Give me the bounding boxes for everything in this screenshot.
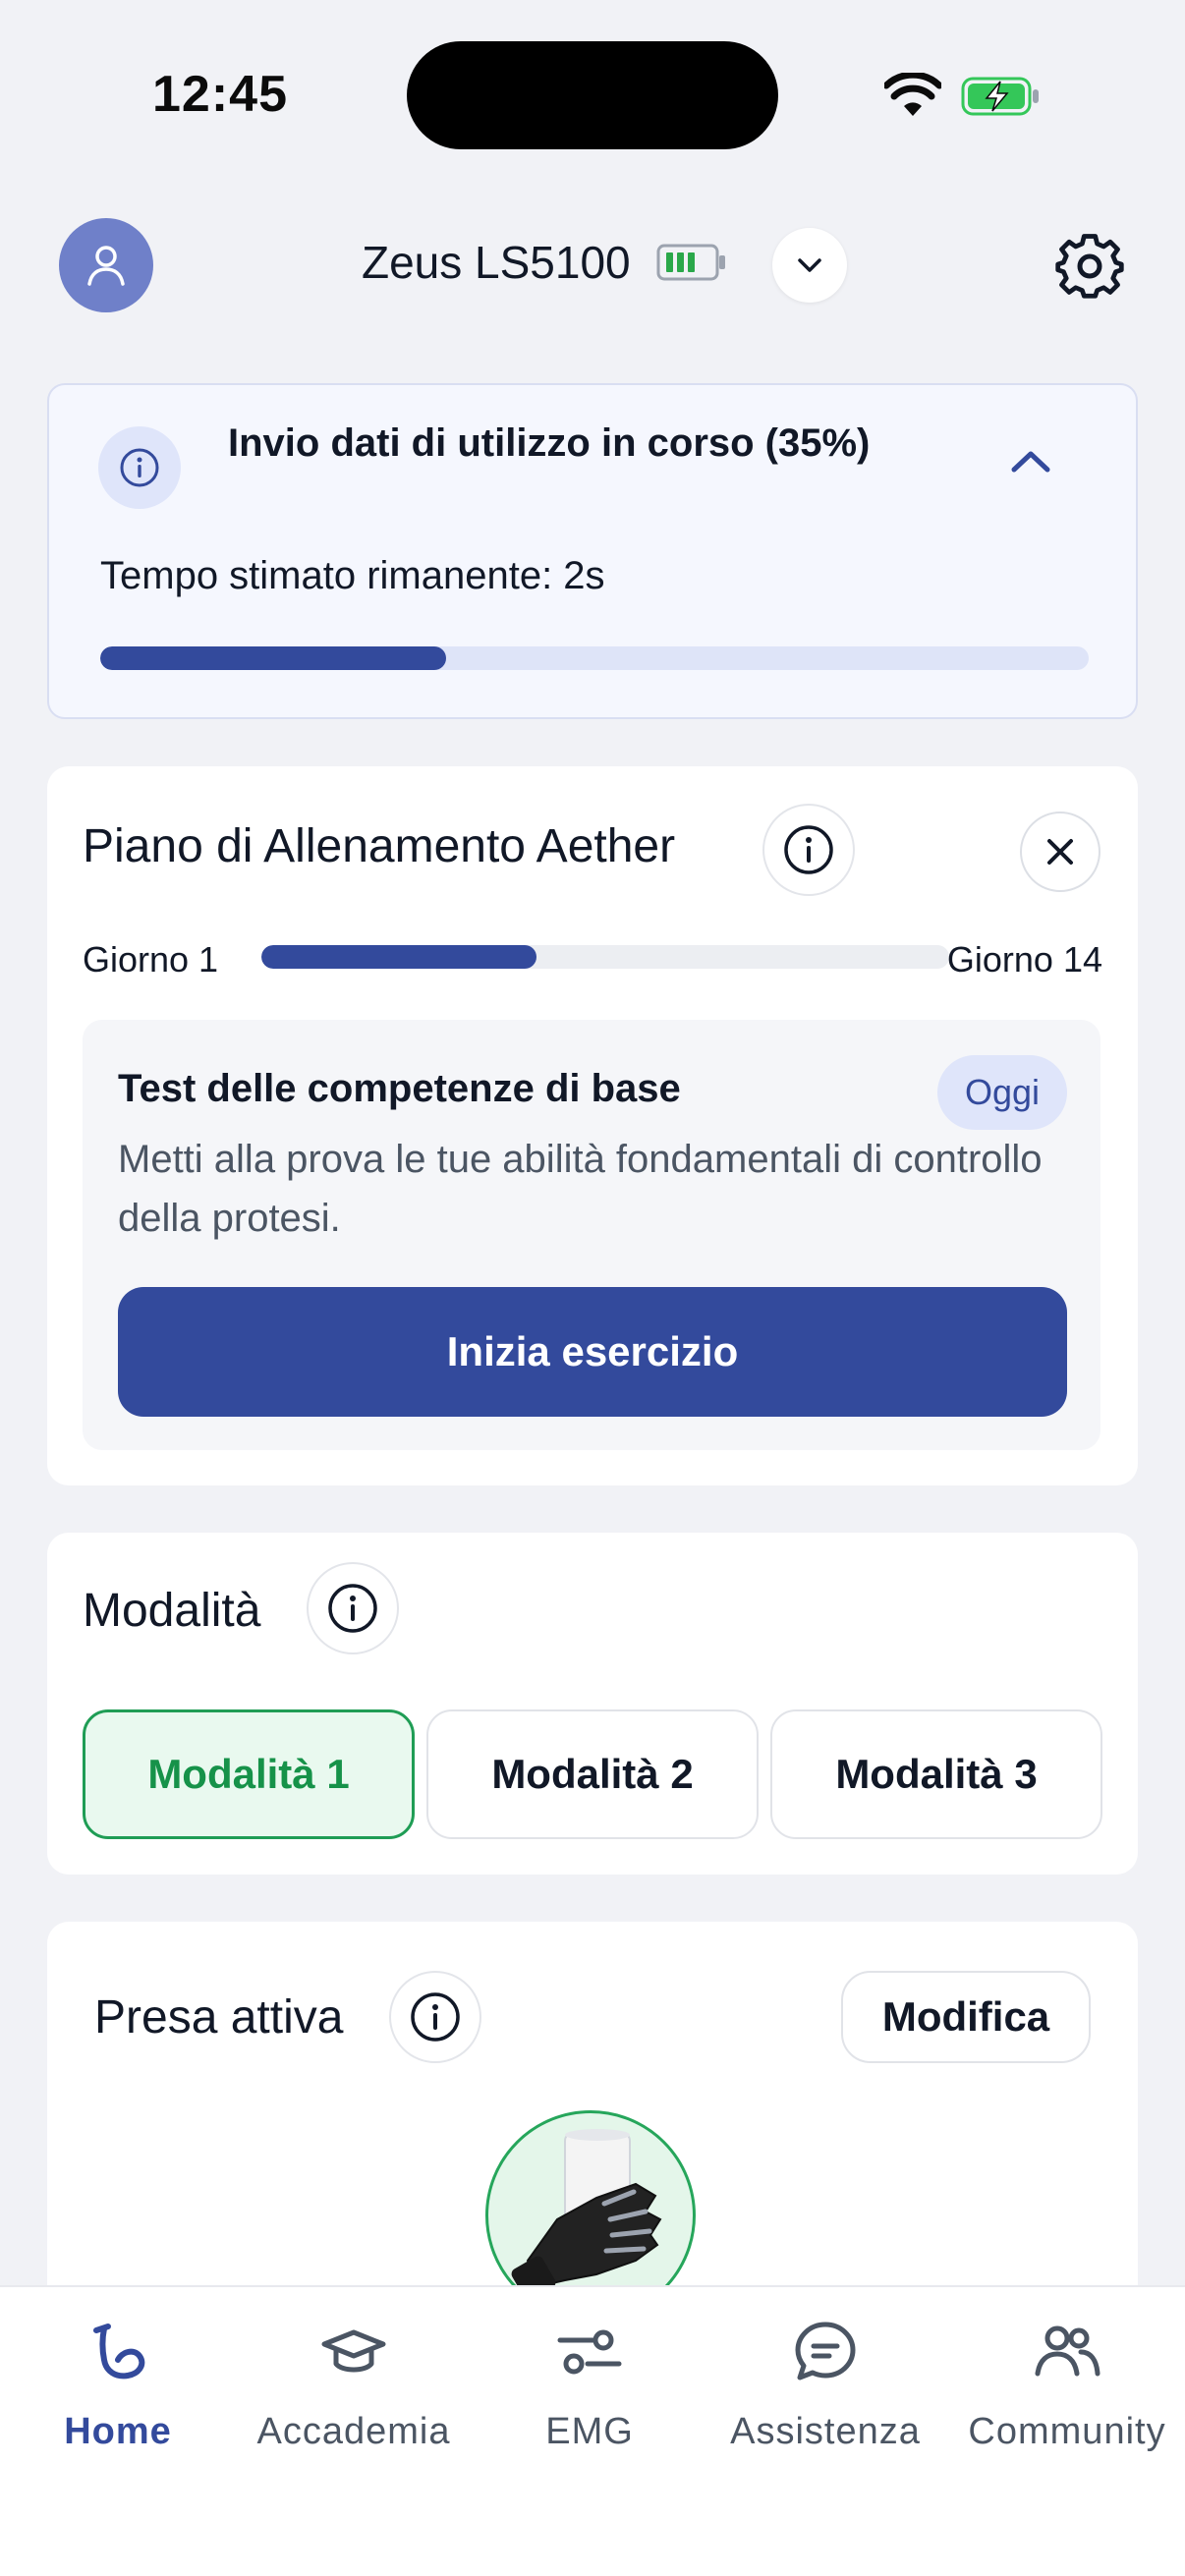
exercise-title: Test delle competenze di base — [118, 1067, 681, 1110]
modes-info-button[interactable] — [307, 1562, 399, 1654]
modes-card: Modalità Modalità 1 Modalità 2 Modalità … — [47, 1533, 1138, 1875]
nav-academy[interactable]: Accademia — [236, 2317, 472, 2453]
app-header: Zeus LS5100 — [0, 216, 1185, 314]
device-name: Zeus LS5100 — [362, 237, 631, 288]
status-time: 12:45 — [152, 66, 288, 123]
graduation-cap-icon — [321, 2329, 386, 2373]
training-title: Piano di Allenamento Aether — [83, 820, 676, 872]
upload-progress-bar — [100, 646, 1089, 670]
training-close-button[interactable] — [1020, 812, 1100, 892]
device-selector[interactable]: Zeus LS5100 — [362, 236, 727, 289]
edit-grip-button[interactable]: Modifica — [841, 1971, 1091, 2063]
nav-home-label: Home — [64, 2411, 172, 2452]
upload-title: Invio dati di utilizzo in corso (35%) — [228, 421, 871, 465]
home-arm-icon — [93, 2324, 145, 2380]
nav-emg[interactable]: EMG — [472, 2317, 707, 2453]
nav-home[interactable]: Home — [0, 2317, 236, 2453]
grip-info-button[interactable] — [389, 1971, 481, 2063]
exercise-panel: Test delle competenze di base Oggi Metti… — [83, 1020, 1100, 1450]
training-plan-card: Piano di Allenamento Aether Giorno 1 Gio… — [47, 766, 1138, 1485]
nav-community[interactable]: Community — [949, 2317, 1185, 2453]
info-icon — [784, 825, 833, 874]
day-start-label: Giorno 1 — [83, 939, 219, 980]
info-icon — [328, 1584, 377, 1633]
mode-1-button[interactable]: Modalità 1 — [83, 1709, 415, 1839]
close-icon — [1047, 839, 1073, 865]
chat-bubble-icon — [795, 2322, 856, 2380]
start-exercise-button[interactable]: Inizia esercizio — [118, 1287, 1067, 1417]
device-dropdown-button[interactable] — [772, 228, 847, 303]
info-icon — [411, 1992, 460, 2042]
today-badge: Oggi — [937, 1055, 1067, 1130]
nav-emg-label: EMG — [545, 2411, 634, 2452]
mode-3-button[interactable]: Modalità 3 — [770, 1709, 1102, 1839]
user-icon — [87, 246, 125, 286]
wifi-icon — [884, 73, 941, 116]
info-icon — [98, 426, 181, 509]
grip-title: Presa attiva — [94, 1991, 344, 2044]
profile-avatar-button[interactable] — [59, 218, 153, 312]
status-bar: 12:45 — [0, 0, 1185, 187]
upload-eta: Tempo stimato rimanente: 2s — [100, 554, 605, 597]
training-progress-bar — [261, 945, 949, 969]
nav-community-label: Community — [968, 2411, 1166, 2452]
settings-gear-icon[interactable] — [1053, 230, 1126, 303]
battery-charging-icon — [961, 77, 1039, 116]
training-info-button[interactable] — [762, 804, 855, 896]
dynamic-island — [407, 41, 778, 149]
day-end-label: Giorno 14 — [946, 939, 1102, 980]
device-battery-icon — [656, 244, 725, 281]
usage-upload-card: Invio dati di utilizzo in corso (35%) Te… — [47, 383, 1138, 719]
training-progress-fill — [261, 945, 536, 969]
bottom-navigation: Home Accademia EMG Assistenza Community — [0, 2285, 1185, 2576]
upload-progress-fill — [100, 646, 447, 670]
chevron-up-icon[interactable] — [1004, 442, 1057, 481]
modes-title: Modalità — [83, 1585, 261, 1637]
chevron-down-icon — [798, 258, 821, 272]
mode-2-button[interactable]: Modalità 2 — [426, 1709, 759, 1839]
active-grip-card: Presa attiva Modifica — [47, 1922, 1138, 2334]
emg-sliders-icon — [557, 2329, 622, 2375]
nav-support[interactable]: Assistenza — [707, 2317, 943, 2453]
people-icon — [1035, 2325, 1100, 2377]
nav-academy-label: Accademia — [256, 2411, 451, 2452]
exercise-description: Metti alla prova le tue abilità fondamen… — [118, 1138, 1043, 1240]
nav-support-label: Assistenza — [730, 2411, 921, 2452]
